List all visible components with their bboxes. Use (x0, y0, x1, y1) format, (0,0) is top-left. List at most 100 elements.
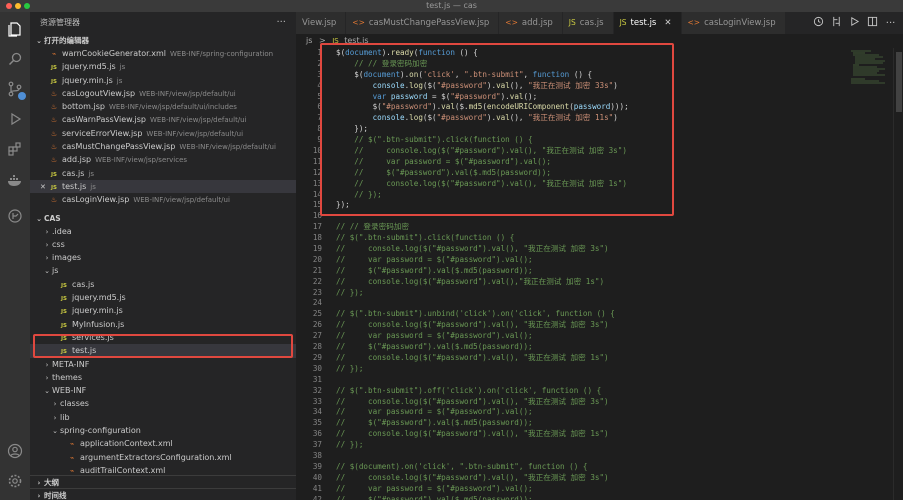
code-token: "#password" (381, 102, 433, 112)
xml-file-icon: ⌁ (51, 50, 57, 58)
open-editor-item[interactable]: ✕ JS test.js js (30, 179, 296, 194)
editor-tab[interactable]: JS cas.js (562, 12, 614, 34)
line-number: 27 (312, 331, 322, 341)
code-token: // console.log($("#password").val(),"我正在… (336, 276, 605, 286)
files-icon[interactable] (6, 20, 24, 38)
compare-icon[interactable] (831, 16, 842, 30)
split-editor-icon[interactable] (867, 16, 878, 30)
open-editor-item[interactable]: JS cas.js js (30, 167, 296, 180)
code-line: 16 (296, 211, 903, 222)
tree-folder[interactable]: › .idea (30, 225, 296, 238)
editor-scrollbar[interactable] (893, 48, 903, 500)
tree-folder[interactable]: ⌄ js (30, 264, 296, 277)
line-number: 15 (312, 200, 322, 210)
editor-tab[interactable]: <> casMustChangePassView.jsp (346, 12, 500, 34)
run-debug-icon[interactable] (6, 110, 24, 128)
account-icon[interactable] (6, 442, 24, 460)
code-text: // $("#password").val($.md5(password)); (336, 418, 533, 429)
code-token: 'click' (422, 69, 455, 79)
code-line: 18 // $(".btn-submit").click(function () … (296, 233, 903, 244)
editor-tab-label: casLoginView.jsp (704, 18, 776, 28)
code-token: // }); (354, 189, 382, 199)
code-token: ). (400, 69, 410, 79)
tree-folder[interactable]: ⌄ WEB-INF (30, 384, 296, 397)
breadcrumb-file[interactable]: test.js (344, 36, 368, 45)
tree-file[interactable]: JS test.js (30, 344, 296, 358)
open-editor-item[interactable]: ♨ casWarnPassView.jsp WEB-INF/view/jsp/def… (30, 113, 296, 126)
outline-section[interactable]: › 大纲 (30, 475, 296, 488)
explorer-more-button[interactable]: ··· (276, 12, 286, 34)
scrollbar-thumb[interactable] (896, 52, 902, 112)
code-line: 4 console.log($("#password").val(), "我正在… (296, 81, 903, 92)
editor-tab[interactable]: <> casLoginView.jsp (681, 12, 786, 34)
code-token: () { (454, 48, 478, 57)
open-editor-item[interactable]: ⌁ warnCookieGenerator.xml WEB-INF/spring-c… (30, 47, 296, 60)
open-editor-item[interactable]: JS jquery.min.js js (30, 74, 296, 87)
code-text: // $(document).on('click', ".btn-submit"… (336, 462, 587, 473)
line-number: 42 (312, 494, 322, 500)
tree-folder[interactable]: › themes (30, 371, 296, 384)
tree-folder[interactable]: › images (30, 251, 296, 264)
tree-folder[interactable]: › META-INF (30, 358, 296, 371)
minimap[interactable] (849, 48, 889, 88)
run-icon[interactable] (849, 16, 860, 30)
code-token: $( (336, 48, 346, 57)
editor-actions: ··· (805, 12, 903, 34)
tree-folder[interactable]: ⌄ spring-configuration (30, 424, 296, 437)
code-line: 28 // $("#password").val($.md5(password))… (296, 342, 903, 353)
history-icon[interactable] (813, 16, 824, 30)
code-line: 33 // console.log($("#password").val(), "… (296, 397, 903, 408)
tree-file[interactable]: JS services.js (30, 331, 296, 344)
open-editors-section[interactable]: ⌄ 打开的编辑器 (30, 34, 296, 47)
code-editor[interactable]: 1 $(document).ready(function () {2 // // … (296, 48, 903, 500)
tree-file[interactable]: JS MyInfusion.js (30, 318, 296, 331)
tree-file[interactable]: ⌁ applicationContext.xml (30, 437, 296, 450)
close-editor-icon[interactable]: ✕ (40, 181, 50, 194)
code-text: // console.log($("#password").val(), "我正… (336, 429, 609, 440)
close-window-button[interactable] (6, 3, 12, 9)
code-token: (), (509, 80, 529, 90)
extensions-icon[interactable] (6, 140, 24, 158)
code-text: // $(".btn-submit").unbind('click').on('… (336, 309, 615, 320)
code-line: 7 console.log($("#password").val(), "我正在… (296, 113, 903, 124)
editor-tab[interactable]: View.jsp (296, 12, 347, 34)
settings-icon[interactable] (6, 472, 24, 490)
close-tab-icon[interactable]: ✕ (664, 18, 671, 28)
tree-file[interactable]: JS cas.js (30, 278, 296, 291)
open-editor-item[interactable]: ♨ casLoginView.jsp WEB-INF/view/jsp/defaul… (30, 193, 296, 206)
more-actions-icon[interactable]: ··· (886, 18, 896, 29)
git-graph-icon[interactable] (6, 207, 24, 225)
open-editor-item[interactable]: ♨ bottom.jsp WEB-INF/view/jsp/default/ui/i… (30, 100, 296, 113)
editor-tab[interactable]: JS test.js ✕ (613, 12, 682, 34)
open-editor-item[interactable]: JS jquery.md5.js js (30, 60, 296, 73)
code-token: // var password = $("#password").val(); (336, 254, 533, 264)
maximize-window-button[interactable] (24, 3, 30, 9)
xml-file-icon: ⌁ (69, 440, 75, 449)
tree-file[interactable]: ⌁ argumentExtractorsConfiguration.xml (30, 451, 296, 464)
outline-title: 大纲 (44, 478, 59, 487)
search-icon[interactable] (6, 50, 24, 68)
tree-item-label: .idea (52, 226, 72, 236)
code-token: ). (381, 48, 391, 57)
tree-folder[interactable]: › css (30, 238, 296, 251)
editor-tab[interactable]: <> add.jsp (499, 12, 563, 34)
open-editor-item[interactable]: ♨ add.jsp WEB-INF/view/jsp/services (30, 153, 296, 166)
docker-icon[interactable] (6, 172, 24, 190)
code-line: 29 // console.log($("#password").val(), "… (296, 353, 903, 364)
breadcrumb-folder[interactable]: js (306, 36, 312, 45)
minimize-window-button[interactable] (15, 3, 21, 9)
project-section[interactable]: ⌄ CAS (30, 212, 296, 225)
code-token: // console.log($("#password").val(), "我正… (336, 396, 609, 406)
code-line: 36 // console.log($("#password").val(), "… (296, 429, 903, 440)
timeline-section[interactable]: › 时间线 (30, 488, 296, 500)
tree-file[interactable]: JS jquery.md5.js (30, 291, 296, 304)
tree-folder[interactable]: › classes (30, 397, 296, 410)
open-editor-item[interactable]: ♨ serviceErrorView.jsp WEB-INF/view/jsp/de… (30, 127, 296, 140)
code-token: // $("#password").val($.md5(password)); (354, 167, 551, 177)
code-line: 1 $(document).ready(function () { (296, 48, 903, 59)
open-editor-item[interactable]: ♨ casMustChangePassView.jsp WEB-INF/view/j… (30, 140, 296, 153)
open-editor-item[interactable]: ♨ casLogoutView.jsp WEB-INF/view/jsp/defau… (30, 87, 296, 100)
source-control-icon[interactable] (6, 80, 26, 100)
tree-file[interactable]: JS jquery.min.js (30, 304, 296, 317)
tree-folder[interactable]: › lib (30, 411, 296, 424)
